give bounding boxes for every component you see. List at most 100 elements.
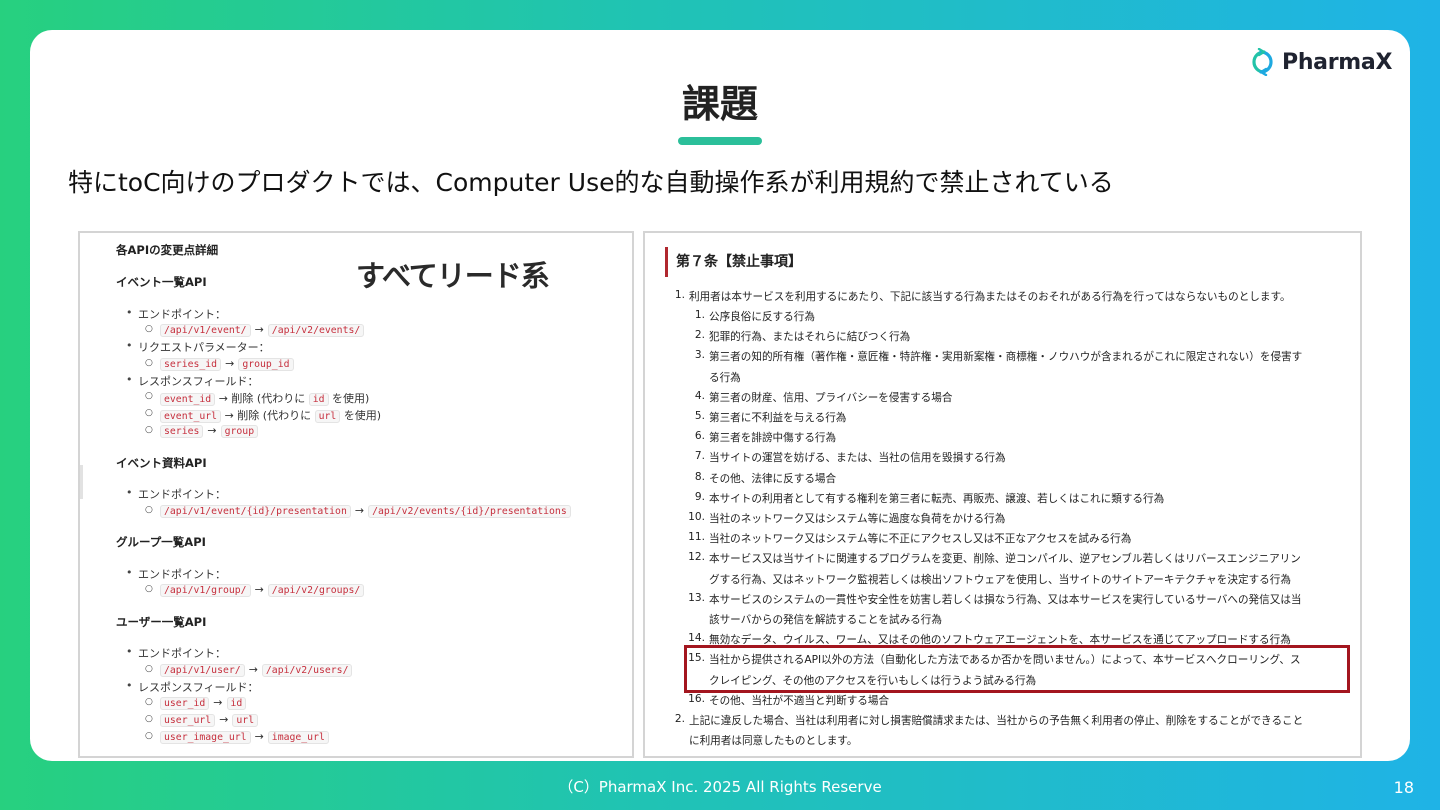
footer-copyright: （C）PharmaX Inc. 2025 All Rights Reserve bbox=[558, 778, 882, 796]
field-code: user_image_url bbox=[160, 731, 251, 744]
prohibited-act-item: 16. その他、当社が不適当と判断する場合 bbox=[688, 693, 890, 708]
item-number: 8. bbox=[694, 470, 705, 483]
arrow: → bbox=[254, 583, 264, 596]
prohibited-act-item: 3. 第三者の知的所有権（著作権・意匠権・特許権・実用新案権・商標権・ノウハウが含… bbox=[695, 349, 1302, 364]
field-code: event_id bbox=[160, 393, 216, 406]
field-note: を使用) bbox=[343, 409, 382, 422]
logo-text: PharmaX bbox=[1282, 49, 1393, 75]
new-endpoint: /api/v2/groups/ bbox=[267, 584, 365, 597]
title-underline bbox=[678, 137, 762, 145]
new-param: group_id bbox=[238, 358, 294, 371]
item-text: 第三者の財産、信用、プライバシーを侵害する場合 bbox=[709, 391, 953, 404]
item-text: る行為 bbox=[709, 371, 741, 384]
list-item: リクエストパラメーター： bbox=[126, 339, 270, 355]
arrow: → bbox=[219, 713, 229, 726]
prohibited-act-item: 13. 本サービスのシステムの一貫性や安全性を妨害し若しくは損なう行為、又は本サー… bbox=[688, 592, 1302, 607]
param-change: series_id→group_id bbox=[145, 357, 294, 371]
arrow: → bbox=[207, 424, 217, 437]
field-code: event_url bbox=[160, 410, 222, 423]
field-change: event_url → 削除 (代わりに url を使用) bbox=[145, 407, 382, 423]
endpoint-change: /api/v1/group/→/api/v2/groups/ bbox=[145, 583, 365, 597]
arrow: → bbox=[254, 730, 264, 743]
endpoint-change: /api/v1/event/→/api/v2/events/ bbox=[145, 323, 365, 337]
old-endpoint: /api/v1/user/ bbox=[160, 664, 245, 677]
item-text: 本サイトの利用者として有する権利を第三者に転売、再販売、譲渡、若しくはこれに類す… bbox=[709, 492, 1165, 505]
old-endpoint: /api/v1/group/ bbox=[160, 584, 251, 597]
field-code: url bbox=[232, 714, 259, 727]
prohibited-act-item: 9. 本サイトの利用者として有する権利を第三者に転売、再販売、譲渡、若しくはこれに… bbox=[695, 491, 1165, 506]
old-endpoint: /api/v1/event/{id}/presentation bbox=[160, 505, 351, 518]
prohibited-act-item: 1. 公序良俗に反する行為 bbox=[695, 309, 815, 324]
new-endpoint: /api/v2/users/ bbox=[261, 664, 353, 677]
prohibited-act-item: 7. 当サイトの運営を妨げる、または、当社の信用を毀損する行為 bbox=[695, 450, 1006, 465]
section-title: イベント資料API bbox=[116, 456, 207, 470]
arrow: → bbox=[225, 357, 235, 370]
item-text: 本サービスのシステムの一貫性や安全性を妨害し若しくは損なう行為、又は本サービスを… bbox=[709, 593, 1302, 606]
section-title: グループ一覧API bbox=[116, 535, 206, 549]
item-number: 2. bbox=[694, 329, 705, 342]
list-item: エンドポイント： bbox=[126, 566, 226, 582]
item-number: 10. bbox=[688, 511, 705, 523]
field-note: → 削除 (代わりに bbox=[224, 409, 312, 422]
section-title: ユーザー一覧API bbox=[116, 615, 207, 629]
slide-title: 課題 bbox=[681, 82, 758, 126]
old-endpoint: /api/v1/event/ bbox=[160, 324, 251, 337]
item-text: 当社のネットワーク又はシステム等に不正にアクセスし又は不正なアクセスを試みる行為 bbox=[709, 533, 1132, 546]
item-text: その他、当社が不適当と判断する場合 bbox=[709, 694, 890, 707]
prohibited-act-item: 4. 第三者の財産、信用、プライバシーを侵害する場合 bbox=[695, 390, 953, 405]
prohibited-act-item: 2. 犯罪的行為、またはそれらに結びつく行為 bbox=[695, 329, 911, 344]
pharmax-logo-icon bbox=[1252, 48, 1273, 76]
item-number: 4. bbox=[694, 389, 705, 402]
old-param: series_id bbox=[160, 358, 222, 371]
api-changes-screenshot: 各APIの変更点詳細 すべてリード系 イベント一覧API エンドポイント： /a… bbox=[78, 231, 634, 758]
prohibited-act-item-cont: グする行為、又はネットワーク監視若しくは検出ソフトウェアを使用し、当サイトのサイ… bbox=[709, 572, 1291, 587]
highlight-box bbox=[684, 645, 1350, 693]
item-text: 公序良俗に反する行為 bbox=[709, 311, 815, 323]
field-change: event_id → 削除 (代わりに id を使用) bbox=[145, 390, 370, 406]
field-code: id bbox=[226, 697, 247, 710]
field-note: を使用) bbox=[332, 392, 370, 405]
arrow: → bbox=[248, 663, 258, 676]
list-item: レスポンスフィールド： bbox=[126, 679, 259, 695]
arrow: → bbox=[354, 504, 365, 517]
item-number: 6. bbox=[694, 430, 705, 443]
field-code: group bbox=[220, 425, 259, 438]
arrow: → bbox=[254, 323, 264, 336]
clause-text: 上記に違反した場合、当社は利用者に対し損害賠償請求または、当社からの予告無く利用… bbox=[689, 715, 1304, 727]
field-code: id bbox=[308, 393, 329, 406]
scroll-indicator bbox=[80, 465, 83, 499]
field-note: → 削除 (代わりに bbox=[218, 392, 306, 405]
prohibited-act-item: 11. 当社のネットワーク又はシステム等に不正にアクセスし又は不正なアクセスを試み… bbox=[688, 531, 1132, 546]
field-code: series bbox=[160, 425, 204, 438]
field-code: user_id bbox=[160, 697, 210, 710]
field-code: image_url bbox=[267, 731, 329, 744]
list-item: エンドポイント： bbox=[126, 645, 226, 661]
item-text: 本サービス又は当サイトに関連するプログラムを変更、削除、逆コンパイル、逆アセンブ… bbox=[709, 553, 1301, 566]
item-number: 1. bbox=[694, 309, 705, 321]
section-title: イベント一覧API bbox=[116, 275, 207, 289]
field-change: series→group bbox=[145, 424, 259, 438]
field-code: user_url bbox=[160, 714, 216, 727]
field-code: url bbox=[314, 410, 341, 423]
item-text: グする行為、又はネットワーク監視若しくは検出ソフトウェアを使用し、当サイトのサイ… bbox=[709, 573, 1291, 586]
item-number: 12. bbox=[688, 551, 705, 564]
prohibited-act-item: 12. 本サービス又は当サイトに関連するプログラムを変更、削除、逆コンパイル、逆ア… bbox=[688, 551, 1301, 566]
item-number: 14. bbox=[688, 632, 705, 645]
prohibited-act-item: 10. 当社のネットワーク又はシステム等に過度な負荷をかける行為 bbox=[688, 511, 1005, 526]
clause-number: 1. bbox=[674, 289, 685, 301]
item-number: 9. bbox=[694, 490, 705, 503]
item-number: 11. bbox=[688, 531, 705, 544]
read-all-annotation: すべてリード系 bbox=[356, 259, 550, 293]
field-change: user_image_url→image_url bbox=[145, 730, 329, 744]
list-item: エンドポイント： bbox=[126, 486, 226, 502]
list-item: エンドポイント： bbox=[126, 306, 226, 322]
clause-2-cont: に利用者は同意したものとします。 bbox=[689, 735, 858, 747]
api-changes-heading: 各APIの変更点詳細 bbox=[116, 243, 219, 257]
item-text: 当サイトの運営を妨げる、または、当社の信用を毀損する行為 bbox=[709, 452, 1006, 465]
prohibited-act-item: 6. 第三者を誹謗中傷する行為 bbox=[695, 430, 837, 445]
slide-subtitle: 特にtoC向けのプロダクトでは、Computer Use的な自動操作系が利用規約… bbox=[68, 168, 1114, 197]
item-number: 13. bbox=[688, 591, 705, 604]
item-text: 第三者を誹謗中傷する行為 bbox=[709, 432, 837, 445]
item-text: 犯罪的行為、またはそれらに結びつく行為 bbox=[709, 331, 911, 344]
terms-of-service-screenshot: 第７条【禁止事項】 1. 利用者は本サービスを利用するにあたり、下記に該当する行為… bbox=[643, 231, 1362, 758]
